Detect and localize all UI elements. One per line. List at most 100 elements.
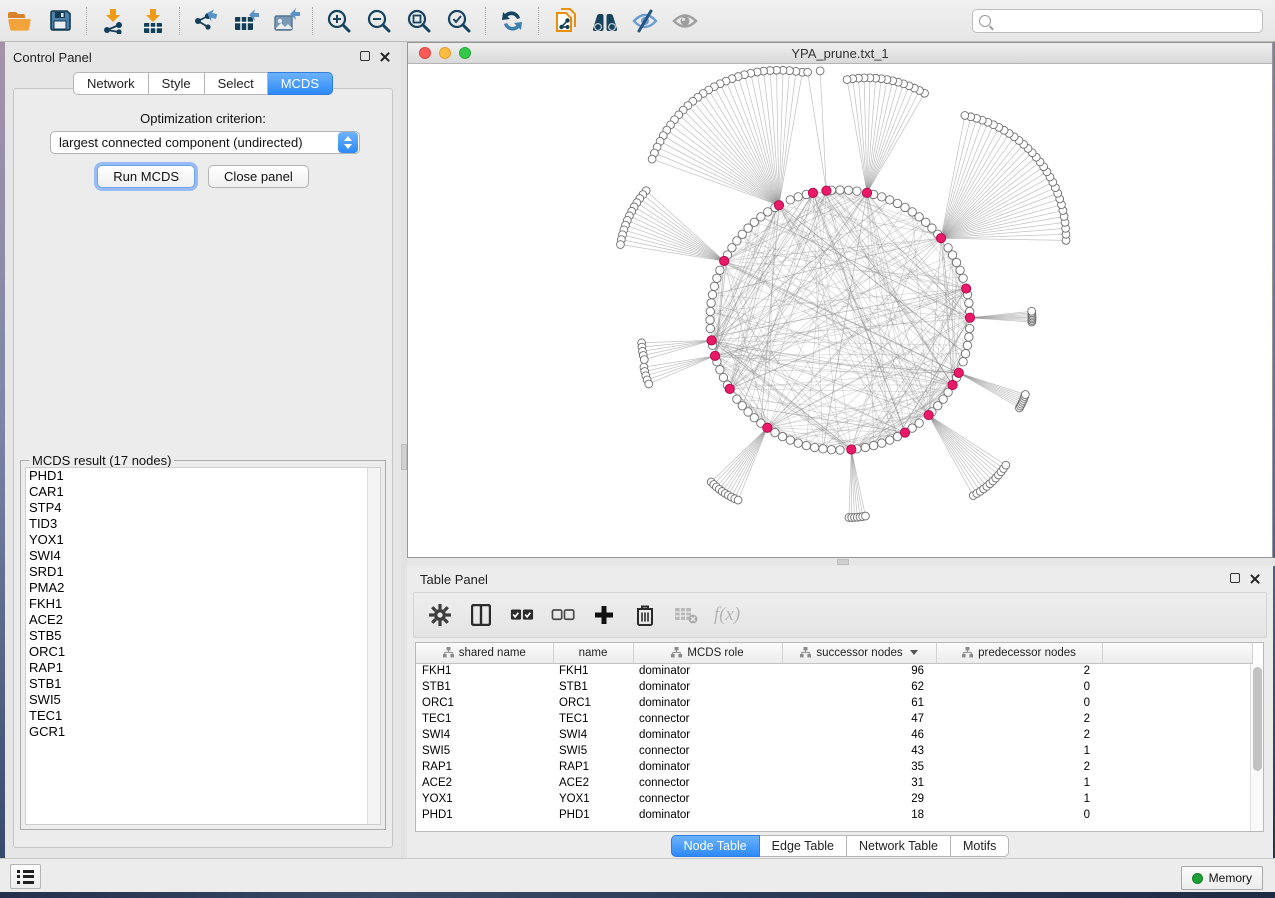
float-panel-icon[interactable]	[360, 51, 370, 61]
tab-node-table[interactable]: Node Table	[671, 835, 760, 857]
graph-node[interactable]	[878, 193, 886, 201]
mcds-result-item[interactable]: TEC1	[26, 708, 380, 724]
optimization-criterion-dropdown[interactable]: largest connected component (undirected)	[50, 131, 360, 154]
table-cell[interactable]: 96	[782, 663, 936, 679]
graph-hub-node[interactable]	[720, 256, 729, 265]
delete-column-icon[interactable]	[633, 603, 657, 627]
graph-node[interactable]	[966, 324, 974, 332]
column-header-filler[interactable]	[1102, 643, 1252, 663]
split-panel-icon[interactable]	[469, 603, 493, 627]
float-panel-icon[interactable]	[1230, 573, 1240, 583]
table-cell[interactable]: connector	[633, 775, 782, 791]
mcds-result-item[interactable]: GCR1	[26, 724, 380, 740]
graph-node[interactable]	[708, 290, 716, 298]
zoom-in-icon[interactable]	[322, 4, 356, 38]
table-row[interactable]: FKH1FKH1dominator962	[416, 663, 1252, 679]
table-row[interactable]: PHD1PHD1dominator180	[416, 807, 1252, 823]
run-mcds-button[interactable]: Run MCDS	[97, 165, 195, 188]
mcds-result-item[interactable]: PMA2	[26, 580, 380, 596]
share-document-icon[interactable]	[548, 4, 582, 38]
graph-node[interactable]	[853, 187, 861, 195]
graph-node[interactable]	[706, 307, 714, 315]
graph-hub-node[interactable]	[954, 368, 963, 377]
mcds-result-item[interactable]: ACE2	[26, 612, 380, 628]
table-cell[interactable]: FKH1	[553, 663, 633, 679]
close-panel-icon[interactable]	[379, 51, 391, 63]
graph-node[interactable]	[965, 333, 973, 341]
graph-node[interactable]	[640, 356, 648, 364]
add-column-icon[interactable]	[592, 603, 616, 627]
mcds-result-item[interactable]: ORC1	[26, 644, 380, 660]
tab-network[interactable]: Network	[73, 72, 149, 95]
column-header-predecessor-nodes[interactable]: predecessor nodes	[936, 643, 1102, 663]
graph-node[interactable]	[952, 258, 960, 266]
graph-node[interactable]	[617, 241, 625, 249]
table-cell[interactable]: STB1	[416, 679, 553, 695]
table-row[interactable]: ACE2ACE2connector311	[416, 775, 1252, 791]
table-cell[interactable]: ORC1	[553, 695, 633, 711]
table-cell[interactable]: dominator	[633, 695, 782, 711]
table-cell[interactable]: 1	[936, 743, 1102, 759]
graph-node[interactable]	[861, 443, 869, 451]
graph-node[interactable]	[707, 299, 715, 307]
table-scrollbar-thumb[interactable]	[1253, 667, 1262, 771]
mcds-result-item[interactable]: SWI5	[26, 692, 380, 708]
table-cell[interactable]: 2	[936, 663, 1102, 679]
minimize-window-icon[interactable]	[439, 47, 451, 59]
graph-node[interactable]	[710, 282, 718, 290]
table-scrollbar[interactable]	[1250, 664, 1263, 831]
graph-hub-node[interactable]	[965, 313, 974, 322]
table-cell[interactable]: 2	[936, 759, 1102, 775]
graph-node[interactable]	[827, 446, 835, 454]
table-row[interactable]: STB1STB1dominator620	[416, 679, 1252, 695]
graph-node[interactable]	[645, 380, 653, 388]
mcds-result-list[interactable]: PHD1CAR1STP4TID3YOX1SWI4SRD1PMA2FKH1ACE2…	[25, 467, 381, 825]
graph-node[interactable]	[1021, 391, 1029, 399]
graph-node[interactable]	[734, 496, 742, 504]
task-history-button[interactable]	[10, 864, 41, 889]
table-cell[interactable]: RAP1	[416, 759, 553, 775]
table-cell[interactable]: PHD1	[553, 807, 633, 823]
column-header-MCDS-role[interactable]: MCDS role	[633, 643, 782, 663]
column-header-shared-name[interactable]: shared name	[416, 643, 553, 663]
mcds-result-item[interactable]: PHD1	[26, 468, 380, 484]
mcds-result-item[interactable]: TID3	[26, 516, 380, 532]
mcds-result-item[interactable]: SRD1	[26, 564, 380, 580]
table-cell[interactable]: 47	[782, 711, 936, 727]
hide-panels-icon[interactable]	[628, 4, 662, 38]
graph-node[interactable]	[786, 436, 794, 444]
graph-node[interactable]	[771, 428, 779, 436]
graph-node[interactable]	[716, 266, 724, 274]
graph-node[interactable]	[961, 112, 969, 120]
graph-hub-node[interactable]	[707, 336, 716, 345]
mcds-list-scrollbar[interactable]	[367, 468, 380, 824]
table-cell[interactable]: PHD1	[416, 807, 553, 823]
graph-node[interactable]	[956, 266, 964, 274]
close-window-icon[interactable]	[419, 47, 431, 59]
tab-edge-table[interactable]: Edge Table	[760, 835, 847, 857]
table-cell[interactable]: 43	[782, 743, 936, 759]
graph-node[interactable]	[778, 432, 786, 440]
table-cell[interactable]: 62	[782, 679, 936, 695]
table-cell[interactable]: SWI5	[553, 743, 633, 759]
graph-node[interactable]	[965, 299, 973, 307]
mcds-result-item[interactable]: STB5	[26, 628, 380, 644]
table-cell[interactable]: 2	[936, 711, 1102, 727]
graph-node[interactable]	[819, 445, 827, 453]
table-cell[interactable]: dominator	[633, 759, 782, 775]
mcds-result-item[interactable]: STB1	[26, 676, 380, 692]
table-row[interactable]: ORC1ORC1dominator610	[416, 695, 1252, 711]
import-table-icon[interactable]	[136, 4, 170, 38]
graph-node[interactable]	[794, 439, 802, 447]
search-input[interactable]	[995, 11, 1262, 31]
zoom-fit-icon[interactable]	[402, 4, 436, 38]
graph-node[interactable]	[648, 155, 656, 163]
graph-node[interactable]	[893, 199, 901, 207]
graph-node[interactable]	[802, 441, 810, 449]
zoom-selected-icon[interactable]	[442, 4, 476, 38]
zoom-out-icon[interactable]	[362, 4, 396, 38]
graph-hub-node[interactable]	[962, 284, 971, 293]
table-cell[interactable]: YOX1	[553, 791, 633, 807]
graph-node[interactable]	[843, 76, 851, 84]
deselect-all-icon[interactable]	[551, 603, 575, 627]
